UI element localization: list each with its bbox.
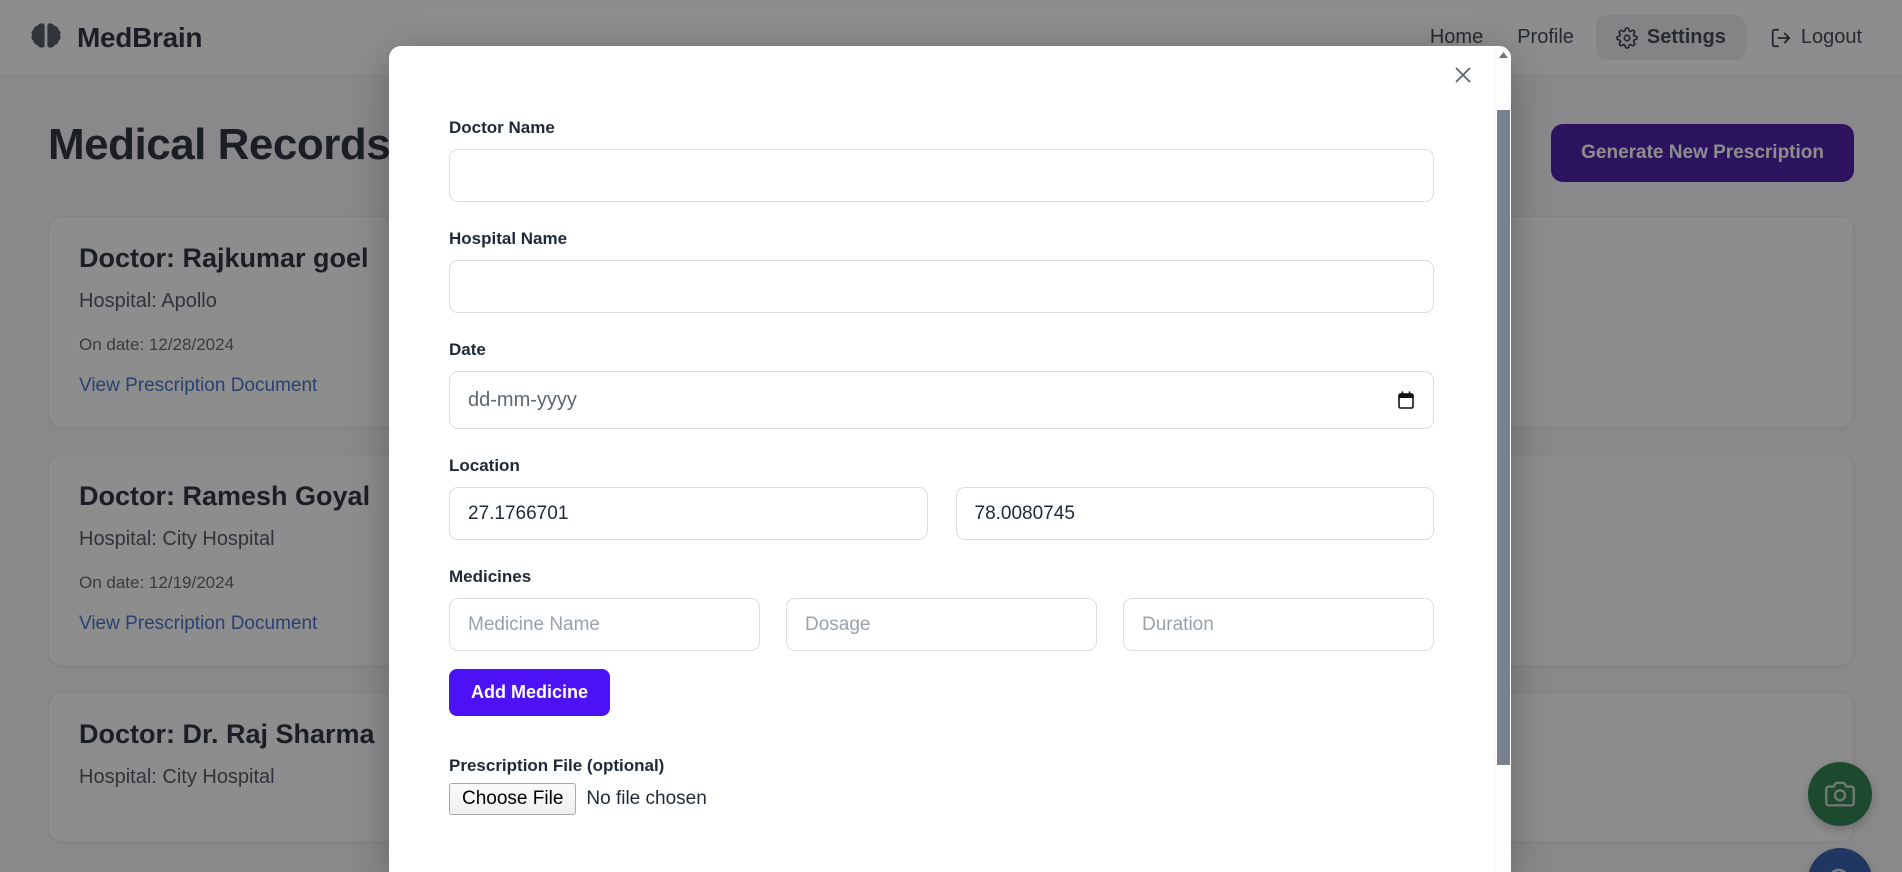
add-medicine-button[interactable]: Add Medicine bbox=[449, 669, 611, 716]
choose-file-button[interactable]: Choose File bbox=[449, 783, 577, 815]
date-input-wrapper: dd-mm-yyyy bbox=[449, 371, 1434, 429]
date-placeholder: dd-mm-yyyy bbox=[468, 388, 577, 411]
app-root: MedBrain Home Profile Settings bbox=[0, 0, 1902, 872]
medicines-label: Medicines bbox=[449, 567, 532, 586]
latitude-input[interactable] bbox=[449, 487, 928, 540]
date-field: Date dd-mm-yyyy bbox=[449, 340, 1434, 429]
close-icon bbox=[1453, 65, 1473, 85]
location-label: Location bbox=[449, 456, 520, 475]
add-prescription-modal: Doctor Name Hospital Name Date dd-mm-yyy… bbox=[389, 46, 1511, 872]
prescription-file-label: Prescription File (optional) bbox=[449, 756, 665, 775]
file-status-text: No file chosen bbox=[586, 788, 707, 809]
medicine-name-input[interactable] bbox=[449, 598, 760, 651]
scrollbar-thumb[interactable] bbox=[1497, 110, 1510, 765]
prescription-file-field: Prescription File (optional) Choose File… bbox=[449, 756, 1434, 815]
location-inputs-row bbox=[449, 487, 1434, 540]
hospital-name-label: Hospital Name bbox=[449, 229, 568, 248]
calendar-icon[interactable] bbox=[1398, 391, 1414, 409]
medicines-field: Medicines Add Medicine bbox=[449, 567, 1434, 716]
modal-scrollbar[interactable] bbox=[1494, 46, 1511, 872]
doctor-name-field: Doctor Name bbox=[449, 118, 1434, 202]
location-field: Location bbox=[449, 456, 1434, 540]
hospital-name-input[interactable] bbox=[449, 260, 1434, 313]
medicine-duration-input[interactable] bbox=[1123, 598, 1434, 651]
longitude-wrapper bbox=[955, 487, 1434, 540]
doctor-name-input[interactable] bbox=[449, 149, 1434, 202]
medicine-dosage-input[interactable] bbox=[786, 598, 1097, 651]
modal-scroll-area: Doctor Name Hospital Name Date dd-mm-yyy… bbox=[389, 46, 1494, 872]
date-label: Date bbox=[449, 340, 486, 359]
doctor-name-label: Doctor Name bbox=[449, 118, 555, 137]
file-input-row: Choose File No file chosen bbox=[449, 783, 1434, 815]
medicine-row bbox=[449, 598, 1434, 651]
latitude-wrapper bbox=[449, 487, 928, 540]
scroll-up-arrow-icon[interactable] bbox=[1495, 46, 1511, 63]
prescription-form: Doctor Name Hospital Name Date dd-mm-yyy… bbox=[389, 46, 1494, 815]
close-button[interactable] bbox=[1448, 60, 1478, 90]
date-input[interactable]: dd-mm-yyyy bbox=[449, 371, 1434, 429]
hospital-name-field: Hospital Name bbox=[449, 229, 1434, 313]
longitude-input[interactable] bbox=[955, 487, 1434, 540]
